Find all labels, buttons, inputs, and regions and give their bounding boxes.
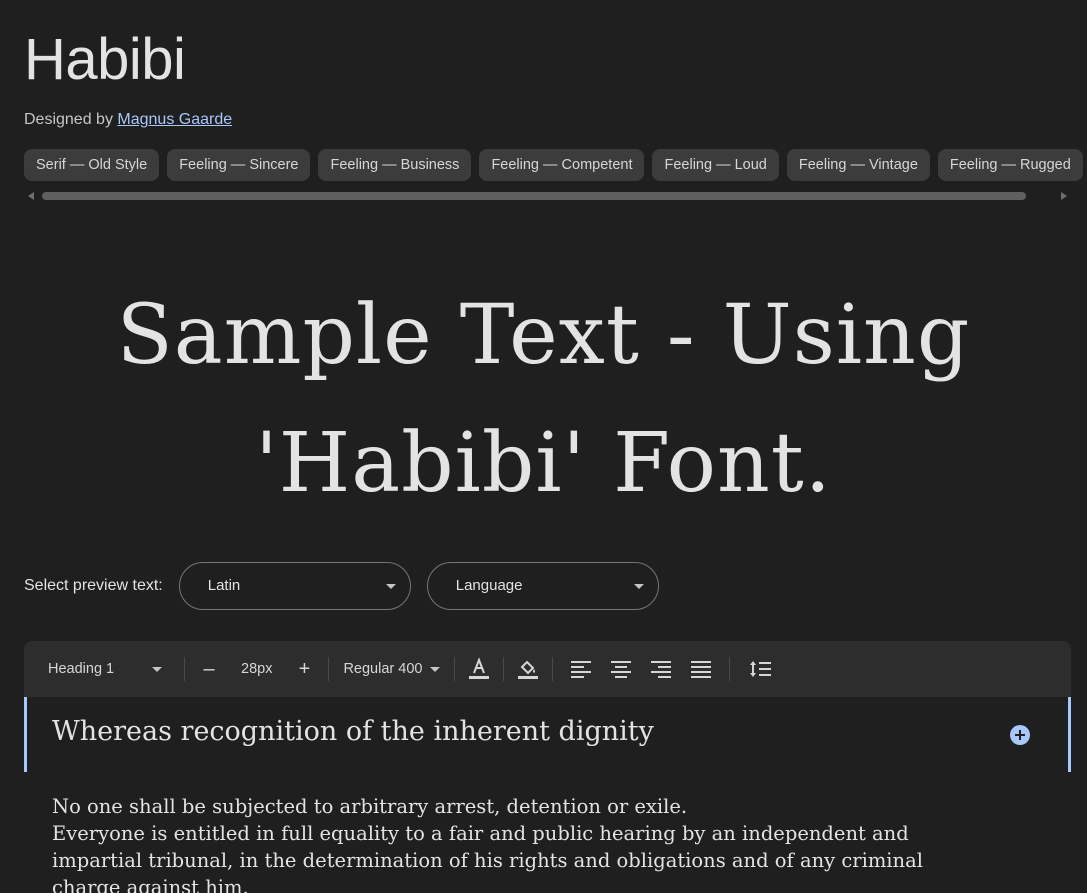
add-circle-icon[interactable] [1010, 725, 1030, 745]
font-detail-page: Habibi Designed by Magnus Gaarde Serif —… [0, 0, 1087, 893]
sample-text-line-1: Sample Text - Using [116, 288, 971, 383]
designed-by-label: Designed by [24, 111, 118, 128]
chevron-down-icon [633, 584, 644, 589]
sample-text-line-2: 'Habibi' Font. [255, 416, 832, 511]
font-weight-value: Regular 400 [343, 661, 423, 677]
tag-chip[interactable]: Feeling — Business [318, 149, 472, 181]
scroll-right-arrow-icon[interactable] [1061, 192, 1067, 200]
editor-heading-text[interactable]: Whereas recognition of the inherent dign… [52, 716, 654, 747]
font-weight-dropdown[interactable]: Regular 400 [337, 661, 446, 677]
script-select[interactable]: Latin [178, 562, 411, 610]
editor-toolbar: Heading 1 – 28px + Regular 400 [24, 641, 1071, 697]
chevron-down-icon [152, 666, 162, 672]
toolbar-divider [729, 657, 731, 681]
text-color-icon[interactable] [463, 653, 495, 685]
language-select[interactable]: Language [426, 562, 659, 610]
toolbar-divider [552, 657, 554, 681]
align-center-icon[interactable] [605, 653, 637, 685]
tag-chip[interactable]: Feeling — Vintage [786, 149, 930, 181]
editor-heading-block[interactable]: Whereas recognition of the inherent dign… [24, 697, 1071, 772]
chevron-down-icon [385, 584, 396, 589]
tag-chip[interactable]: Feeling — Competent [479, 149, 645, 181]
tag-chip[interactable]: Feeling — Sincere [167, 149, 311, 181]
line-spacing-icon[interactable] [744, 653, 776, 685]
paragraph-line: Everyone is entitled in full equality to… [52, 822, 923, 893]
font-size-value[interactable]: 28px [241, 661, 272, 677]
language-select-value: Language [455, 577, 523, 594]
tag-chip[interactable]: Serif — Old Style [24, 149, 160, 181]
tag-chip-list: Serif — Old Style Feeling — Sincere Feel… [24, 149, 1087, 181]
designer-line: Designed by Magnus Gaarde [24, 111, 232, 129]
align-left-icon[interactable] [565, 653, 597, 685]
designer-link[interactable]: Magnus Gaarde [117, 111, 232, 128]
chevron-down-icon [430, 666, 441, 672]
font-title: Habibi [24, 27, 186, 92]
paragraph-line: No one shall be subjected to arbitrary a… [52, 795, 688, 818]
script-select-value: Latin [207, 577, 241, 594]
editor-paragraph[interactable]: No one shall be subjected to arbitrary a… [52, 793, 952, 893]
scroll-left-arrow-icon[interactable] [28, 192, 34, 200]
text-style-dropdown[interactable]: Heading 1 [48, 661, 176, 677]
preview-text-controls: Select preview text: Latin Language [24, 562, 675, 610]
text-style-value: Heading 1 [48, 661, 115, 677]
tag-chip[interactable]: Feeling — Rugged [937, 149, 1083, 181]
preview-text-label: Select preview text: [24, 577, 163, 594]
tag-chip[interactable]: Feeling — Loud [652, 149, 779, 181]
toolbar-divider [184, 657, 185, 681]
chip-scrollbar[interactable] [24, 190, 1071, 202]
scrollbar-thumb[interactable] [42, 192, 1026, 200]
toolbar-divider [328, 657, 330, 681]
increase-size-button[interactable]: + [288, 653, 320, 685]
toolbar-divider [503, 657, 505, 681]
decrease-size-button[interactable]: – [193, 653, 225, 685]
toolbar-divider [454, 657, 456, 681]
highlight-icon[interactable] [512, 653, 544, 685]
align-right-icon[interactable] [645, 653, 677, 685]
sample-text-preview: Sample Text - Using 'Habibi' Font. [0, 272, 1087, 528]
align-justify-icon[interactable] [685, 653, 717, 685]
